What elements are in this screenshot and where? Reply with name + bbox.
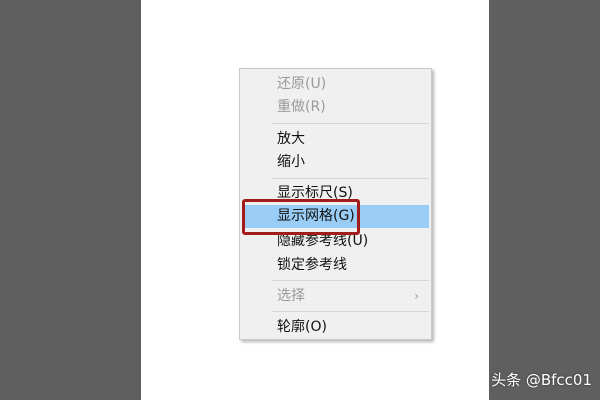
menu-item-label: 重做(R) xyxy=(277,99,326,115)
menu-item-undo[interactable]: 还原(U) xyxy=(242,73,429,96)
menu-separator xyxy=(272,178,429,179)
menu-separator xyxy=(272,123,429,124)
menu-item-label: 放大 xyxy=(277,131,305,147)
menu-item-zoom-in[interactable]: 放大 xyxy=(242,128,429,151)
menu-item-label: 缩小 xyxy=(277,154,305,170)
menu-item-label: 轮廓(O) xyxy=(277,319,327,335)
chevron-right-icon: › xyxy=(414,289,419,303)
menu-item-redo[interactable]: 重做(R) xyxy=(242,96,429,119)
menu-item-select[interactable]: 选择 › xyxy=(242,285,429,308)
watermark: 头条 @Bfcc01 xyxy=(491,371,592,389)
menu-item-zoom-out[interactable]: 缩小 xyxy=(242,151,429,174)
menu-item-outline[interactable]: 轮廓(O) xyxy=(242,316,429,339)
menu-item-label: 还原(U) xyxy=(277,76,327,92)
menu-separator xyxy=(272,311,429,312)
menu-item-label: 锁定参考线 xyxy=(277,257,347,273)
menu-item-lock-guides[interactable]: 锁定参考线 xyxy=(242,254,429,277)
menu-item-label: 选择 xyxy=(277,288,305,304)
menu-separator xyxy=(272,280,429,281)
annotation-highlight-box xyxy=(242,199,360,235)
menu-item-label: 隐藏参考线(U) xyxy=(277,233,369,249)
